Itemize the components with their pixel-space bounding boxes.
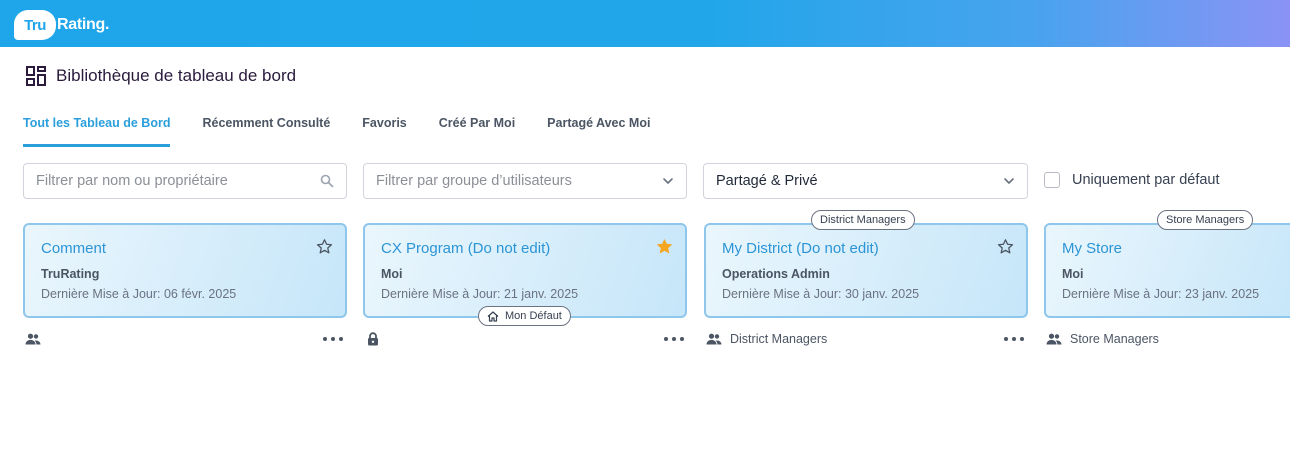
dashboard-grid-icon — [26, 66, 46, 86]
dashboard-card[interactable]: My District (Do not edit) Operations Adm… — [704, 223, 1028, 318]
card-title[interactable]: My District (Do not edit) — [722, 240, 879, 257]
shared-group-badge-label: District Managers — [820, 214, 906, 226]
more-options-icon[interactable] — [323, 331, 343, 347]
home-icon — [487, 310, 499, 322]
card-updated: Dernière Mise à Jour: 23 janv. 2025 — [1062, 287, 1260, 301]
more-options-icon[interactable] — [664, 331, 684, 347]
dashboard-card[interactable]: Comment TruRating Dernière Mise à Jour: … — [23, 223, 347, 318]
card-updated: Dernière Mise à Jour: 21 janv. 2025 — [381, 287, 579, 301]
default-only-label: Uniquement par défaut — [1072, 172, 1220, 188]
sharing-select[interactable]: Partagé & Privé — [703, 163, 1028, 199]
sharing-value: Partagé & Privé — [716, 173, 818, 189]
card-owner: TruRating — [41, 267, 100, 281]
shared-group-info: District Managers — [706, 331, 827, 347]
more-options-icon[interactable] — [1004, 331, 1024, 347]
dashboard-card[interactable]: My Store Moi Dernière Mise à Jour: 23 ja… — [1044, 223, 1290, 318]
dashboard-card[interactable]: CX Program (Do not edit) Moi Dernière Mi… — [363, 223, 687, 318]
card-title[interactable]: Comment — [41, 240, 106, 257]
card-updated: Dernière Mise à Jour: 30 janv. 2025 — [722, 287, 920, 301]
star-outline-icon[interactable] — [316, 238, 333, 260]
dashboard-tabs: Tout les Tableau de Bord Récemment Consu… — [23, 110, 682, 147]
default-badge-label: Mon Défaut — [505, 310, 562, 322]
search-placeholder: Filtrer par nom ou propriétaire — [36, 173, 228, 189]
default-only-filter[interactable]: Uniquement par défaut — [1044, 172, 1220, 188]
default-only-checkbox[interactable] — [1044, 172, 1060, 188]
search-icon — [320, 174, 334, 188]
chevron-down-icon — [1003, 177, 1015, 185]
card-owner: Moi — [1062, 267, 1084, 281]
card-title[interactable]: My Store — [1062, 240, 1122, 257]
shared-group-label: Store Managers — [1070, 332, 1159, 346]
card-title[interactable]: CX Program (Do not edit) — [381, 240, 550, 257]
shared-group-badge: Store Managers — [1157, 210, 1254, 230]
search-input[interactable]: Filtrer par nom ou propriétaire — [23, 163, 347, 199]
group-icon — [25, 331, 41, 347]
tab-favorites[interactable]: Favoris — [362, 110, 406, 147]
page-title: Bibliothèque de tableau de bord — [56, 66, 297, 85]
page-header: Bibliothèque de tableau de bord — [26, 66, 296, 86]
tab-created-by-me[interactable]: Créé Par Moi — [439, 110, 515, 147]
lock-icon — [367, 331, 379, 347]
group-icon — [706, 333, 722, 345]
card-owner: Operations Admin — [722, 267, 830, 281]
tab-shared-with-me[interactable]: Partagé Avec Moi — [547, 110, 650, 147]
default-badge: Mon Défaut — [478, 306, 571, 326]
card-updated: Dernière Mise à Jour: 06 févr. 2025 — [41, 287, 237, 301]
tab-recently-viewed[interactable]: Récemment Consulté — [202, 110, 330, 147]
group-icon — [1046, 333, 1062, 345]
shared-group-badge-label: Store Managers — [1166, 214, 1245, 226]
trurating-logo[interactable]: Tru Rating. — [14, 10, 109, 40]
logo-text: Rating. — [57, 16, 110, 33]
logo-badge-text: Tru — [24, 16, 46, 34]
shared-group-badge: District Managers — [811, 210, 915, 230]
user-group-select[interactable]: Filtrer par groupe d’utilisateurs — [363, 163, 687, 199]
user-group-placeholder: Filtrer par groupe d’utilisateurs — [376, 173, 572, 189]
logo-badge: Tru — [14, 10, 56, 40]
shared-group-label: District Managers — [730, 332, 828, 346]
chevron-down-icon — [662, 177, 674, 185]
star-filled-icon[interactable] — [656, 238, 673, 260]
shared-group-info: Store Managers — [1046, 331, 1159, 347]
tab-all-dashboards[interactable]: Tout les Tableau de Bord — [23, 110, 171, 147]
star-outline-icon[interactable] — [997, 238, 1014, 260]
top-header: Tru Rating. — [0, 0, 1290, 47]
card-owner: Moi — [381, 267, 403, 281]
